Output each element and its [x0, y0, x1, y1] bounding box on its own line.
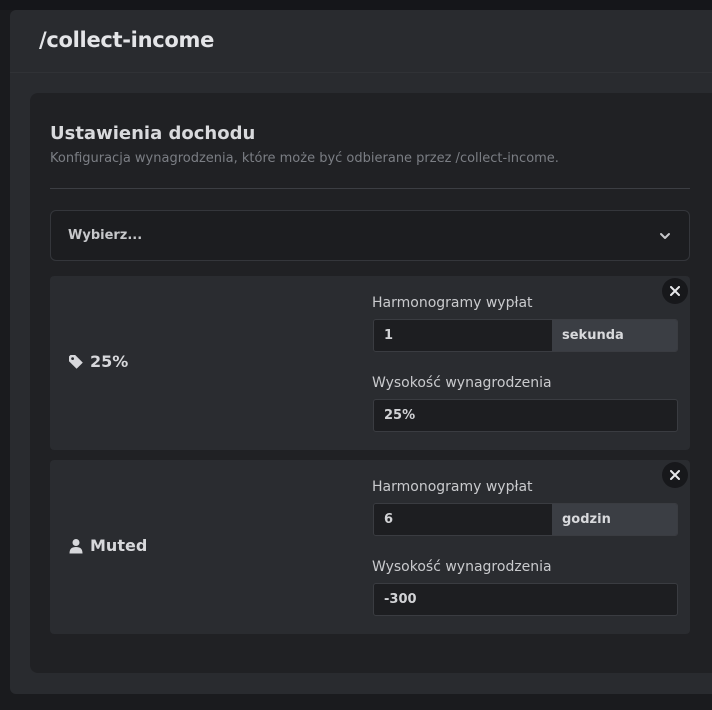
schedule-unit-select[interactable]: godzin [552, 504, 677, 535]
schedule-value-input[interactable]: 6 [374, 504, 552, 535]
divider [50, 188, 690, 189]
amount-label: Wysokość wynagrodzenia [372, 559, 552, 575]
remove-item-button[interactable] [662, 278, 688, 304]
item-name: 25% [90, 352, 129, 371]
divider [10, 72, 712, 73]
income-item: Muted Harmonogramy wypłat 6 godzin Wysok… [50, 460, 690, 634]
user-icon [69, 538, 83, 553]
item-label: Muted [68, 536, 147, 555]
item-name: Muted [90, 536, 148, 555]
item-label: 25% [68, 352, 128, 371]
schedule-label: Harmonogramy wypłat [372, 295, 533, 311]
income-settings-card: Ustawienia dochodu Konfiguracja wynagrod… [30, 93, 712, 673]
schedule-label: Harmonogramy wypłat [372, 479, 533, 495]
schedule-input-group: 1 sekunda [373, 319, 678, 352]
chevron-down-icon [660, 232, 670, 239]
command-panel: /collect-income Ustawienia dochodu Konfi… [10, 10, 712, 694]
role-select-placeholder: Wybierz... [68, 228, 143, 243]
close-icon [670, 286, 680, 296]
tag-icon [69, 354, 83, 369]
close-icon [670, 470, 680, 480]
role-select[interactable]: Wybierz... [50, 210, 690, 261]
page-title: /collect-income [39, 28, 215, 52]
schedule-unit-select[interactable]: sekunda [552, 320, 677, 351]
amount-input[interactable]: 25% [373, 399, 678, 432]
settings-title: Ustawienia dochodu [50, 123, 256, 144]
schedule-input-group: 6 godzin [373, 503, 678, 536]
amount-input[interactable]: -300 [373, 583, 678, 616]
backdrop [0, 0, 712, 10]
schedule-value-input[interactable]: 1 [374, 320, 552, 351]
remove-item-button[interactable] [662, 462, 688, 488]
amount-label: Wysokość wynagrodzenia [372, 375, 552, 391]
income-item: 25% Harmonogramy wypłat 1 sekunda Wysoko… [50, 276, 690, 450]
settings-subtitle: Konfiguracja wynagrodzenia, które może b… [50, 151, 559, 166]
